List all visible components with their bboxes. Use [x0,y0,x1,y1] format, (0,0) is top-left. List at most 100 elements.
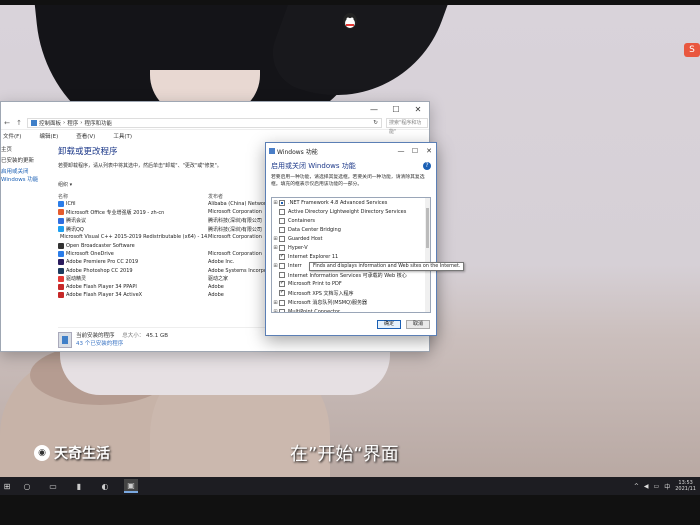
sidebar-item-home[interactable]: 主页 [1,145,49,153]
close-icon[interactable]: ✕ [407,105,429,114]
expand-icon[interactable]: ⊞ [272,245,279,251]
feature-label: MultiPoint Connector [288,308,341,313]
menu-bar: 文件(F) 编辑(E) 查看(V) 工具(T) [1,130,429,142]
feature-item[interactable]: Data Center Bridging [272,225,430,234]
program-name-text: Adobe Photoshop CC 2019 [66,267,133,274]
cp-sidebar: 主页 已安装的更新 启用或关闭 Windows 功能 [1,142,49,183]
search-input[interactable]: 搜索"程序和功能" [386,117,428,135]
feature-checkbox[interactable] [279,226,285,233]
task-view-icon[interactable]: ▭ [46,479,60,493]
feature-item[interactable]: Microsoft XPS 文档写入程序 [272,289,430,298]
feature-checkbox[interactable] [279,235,285,242]
start-button[interactable]: ⊞ [0,482,14,491]
feature-item[interactable]: Active Directory Lightweight Directory S… [272,207,430,216]
menu-file[interactable]: 文件(F) [3,132,21,140]
feature-label: Guarded Host [288,235,323,242]
menu-tools[interactable]: 工具(T) [113,132,132,140]
feature-checkbox[interactable] [279,253,285,261]
feature-checkbox[interactable] [279,217,285,224]
feature-label: .NET Framework 4.8 Advanced Services [288,199,388,206]
network-icon[interactable]: ▭ [654,483,660,490]
program-name: Microsoft Office 专业增强版 2019 - zh-cn [58,209,208,216]
program-count: 43 个已安装的程序 [76,340,124,347]
feature-item[interactable]: ⊞ Microsoft 消息队列(MSMQ)服务器 [272,298,430,307]
chevron-up-icon[interactable]: ^ [634,483,639,490]
scrollbar-thumb[interactable] [426,208,429,248]
program-name-text: Microsoft Visual C++ 2015-2019 Redistrib… [60,234,208,241]
menu-edit[interactable]: 编辑(E) [39,132,58,140]
feature-checkbox[interactable] [279,199,285,206]
control-panel-taskbar-icon[interactable]: ▣ [124,479,138,493]
program-name: 腾讯QQ [58,226,208,233]
expand-icon[interactable]: ⊞ [272,300,279,306]
feature-checkbox[interactable] [279,280,285,288]
program-name: Adobe Flash Player 34 PPAPI [58,284,208,291]
windows-features-icon [269,148,275,154]
feature-label: Microsoft Print to PDF [288,281,342,288]
program-icon [58,217,64,224]
breadcrumb-item[interactable]: 控制面板 [39,119,61,127]
system-tray: ^ ◀ ▭ 中 13:53 2021/11 [634,480,700,492]
expand-icon[interactable]: ⊞ [272,263,279,269]
column-header-name[interactable]: 名称 [58,193,208,200]
qq-desktop-icon[interactable] [338,10,362,30]
feature-label: Microsoft 消息队列(MSMQ)服务器 [288,300,367,307]
address-bar[interactable]: 控制面板 › 程序 › 程序和功能 ↻ [27,117,382,128]
dialog-titlebar: Windows 功能 — ☐ ✕ [266,143,436,159]
minimize-icon[interactable]: — [363,105,385,114]
program-name-text: Open Broadcaster Software [66,242,135,249]
help-icon[interactable]: ? [423,162,431,170]
close-icon[interactable]: ✕ [422,147,436,155]
program-name: 腾讯会议 [58,217,208,224]
feature-item[interactable]: ⊞ Guarded Host [272,234,430,243]
feature-checkbox[interactable] [279,208,285,215]
feature-item[interactable]: ⊞ MultiPoint Connector [272,307,430,313]
sogou-ime-icon[interactable]: S [684,43,700,57]
feature-checkbox[interactable] [279,272,285,279]
browser-icon[interactable]: ◐ [98,479,112,493]
total-size-value: 45.1 GB [146,332,169,339]
program-name-text: Adobe Flash Player 34 PPAPI [66,284,137,291]
watermark-logo-icon: ◉ [34,445,50,461]
feature-checkbox[interactable] [279,289,285,297]
search-icon[interactable]: ○ [20,479,34,493]
ok-button[interactable]: 确定 [377,320,401,329]
ime-icon[interactable]: 中 [664,482,670,491]
program-icon [58,226,64,233]
cancel-button[interactable]: 取消 [406,320,430,329]
feature-item[interactable]: Containers [272,216,430,225]
features-scrollbar[interactable] [425,198,430,312]
refresh-icon[interactable]: ↻ [373,120,381,126]
back-arrow-icon[interactable]: ← [3,119,11,127]
feature-item[interactable]: Internet Information Services 可承载的 Web 核… [272,271,430,280]
menu-view[interactable]: 查看(V) [76,132,95,140]
minimize-icon[interactable]: — [394,147,408,155]
breadcrumb-item[interactable]: 程序 [67,119,78,127]
expand-icon[interactable]: ⊞ [272,309,279,312]
feature-checkbox[interactable] [279,245,285,252]
explorer-icon[interactable]: ▮ [72,479,86,493]
program-icon [58,292,64,299]
feature-label: Microsoft XPS 文档写入程序 [288,290,354,297]
feature-item[interactable]: Microsoft Print to PDF [272,280,430,289]
program-name: Microsoft OneDrive [58,250,208,257]
installed-programs-label: 当前安装的程序 [76,332,115,339]
feature-item[interactable]: ⊞ Hyper-V [272,243,430,252]
feature-checkbox[interactable] [279,299,285,306]
speaker-icon[interactable]: ◀ [644,483,649,490]
up-arrow-icon[interactable]: ↑ [15,119,23,127]
clock[interactable]: 13:53 2021/11 [675,480,696,492]
feature-item[interactable]: Internet Explorer 11 [272,253,430,262]
breadcrumb-item[interactable]: 程序和功能 [84,119,112,127]
feature-checkbox[interactable] [279,308,285,312]
feature-label: Containers [288,217,316,224]
expand-icon[interactable]: ⊞ [272,236,279,242]
maximize-icon[interactable]: ☐ [408,147,422,155]
maximize-icon[interactable]: ☐ [385,105,407,114]
sidebar-item-windows-features[interactable]: 启用或关闭 Windows 功能 [1,167,49,183]
feature-checkbox[interactable] [279,263,285,270]
expand-icon[interactable]: ⊞ [272,200,279,206]
feature-item[interactable]: ⊞ .NET Framework 4.8 Advanced Services [272,198,430,207]
breadcrumb-separator: › [63,119,66,126]
sidebar-item-installed-updates[interactable]: 已安装的更新 [1,156,49,164]
